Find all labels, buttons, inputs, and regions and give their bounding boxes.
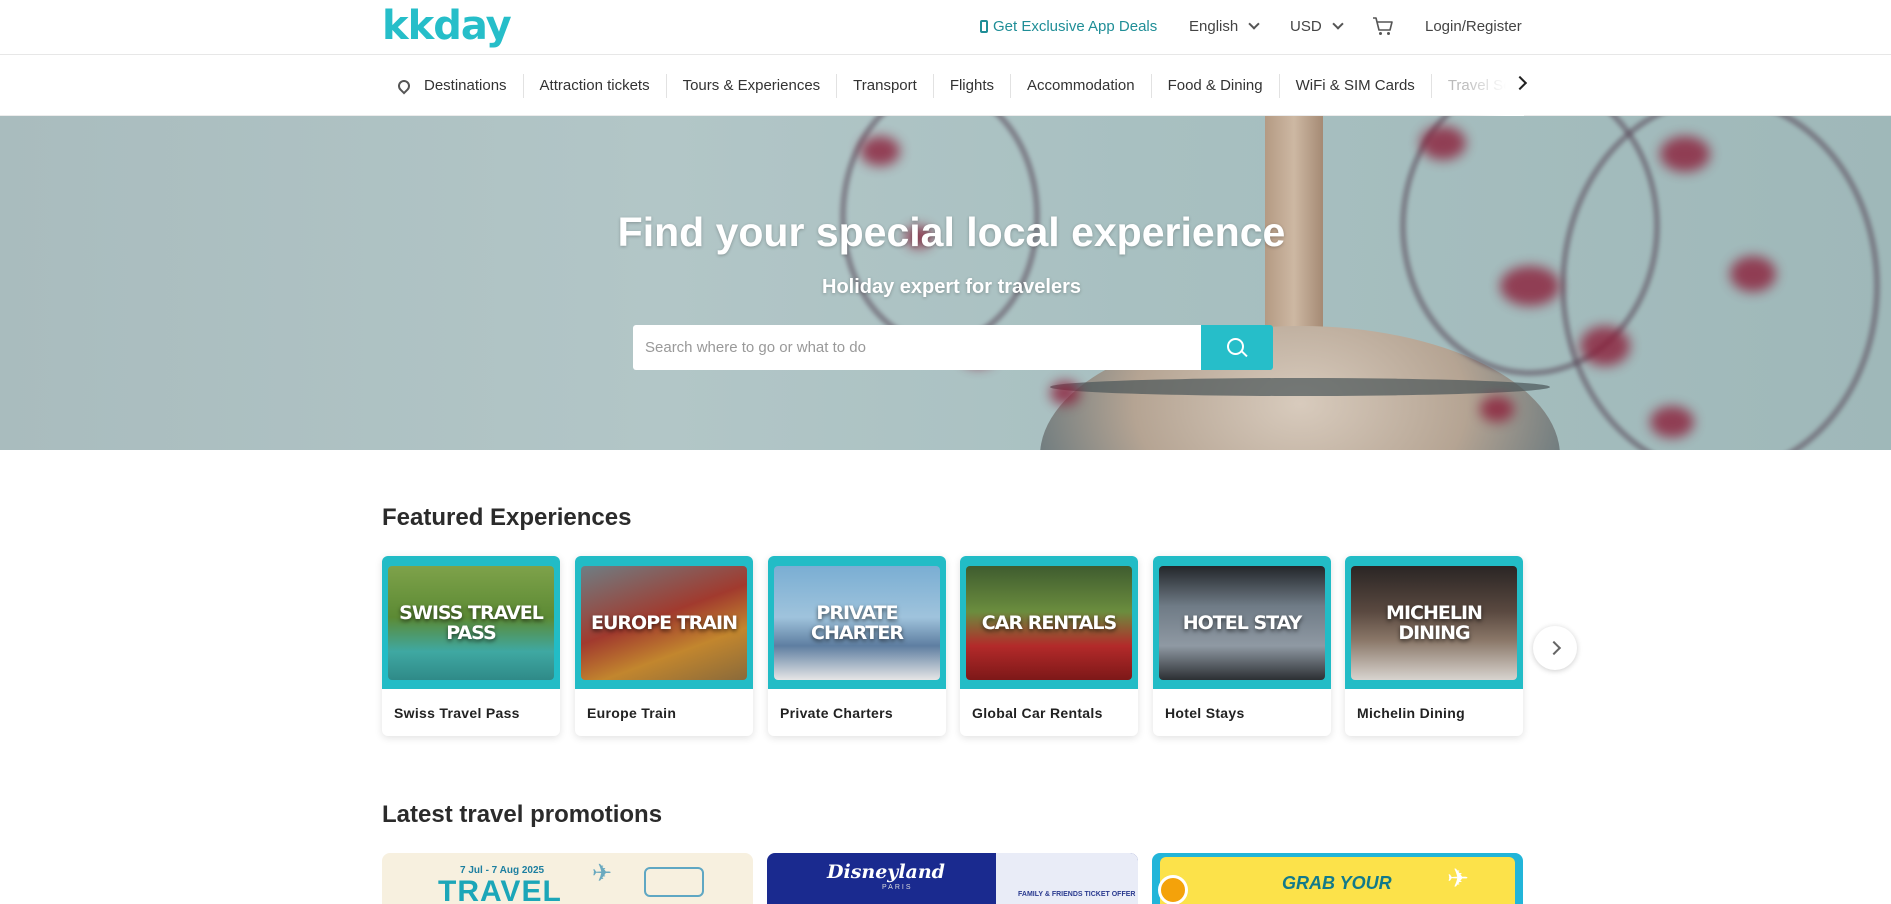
app-deals-link[interactable]: Get Exclusive App Deals	[980, 0, 1157, 52]
category-nav: Destinations Attraction tickets Tours & …	[0, 56, 1891, 116]
top-header: kkday Get Exclusive App Deals English US…	[0, 0, 1891, 55]
card-overlay-text: EUROPE TRAIN	[591, 612, 738, 634]
featured-cards: SWISS TRAVEL PASS Swiss Travel Pass EURO…	[382, 556, 1524, 736]
card-image: HOTEL STAY	[1159, 566, 1325, 680]
featured-card[interactable]: CAR RENTALS Global Car Rentals	[960, 556, 1138, 736]
promotions-title: Latest travel promotions	[382, 801, 663, 828]
cart-icon	[1373, 17, 1393, 35]
featured-card[interactable]: PRIVATE CHARTER Private Charters	[768, 556, 946, 736]
chevron-down-icon	[1332, 17, 1344, 30]
promo-banner-disneyland[interactable]: Disneyland PARIS FAMILY & FRIENDS TICKET…	[767, 853, 1138, 904]
search-input[interactable]	[633, 325, 1202, 370]
featured-title: Featured Experiences	[382, 504, 632, 531]
nav-item-transport[interactable]: Transport	[837, 74, 934, 98]
promo-headline: TRAVEL	[438, 875, 562, 904]
search-button[interactable]	[1201, 325, 1273, 370]
card-overlay-text: HOTEL STAY	[1182, 612, 1303, 634]
card-overlay-text: MICHELIN DINING	[1386, 602, 1483, 644]
login-register-link[interactable]: Login/Register	[1425, 0, 1522, 52]
card-label: Hotel Stays	[1165, 705, 1245, 721]
card-image: EUROPE TRAIN	[581, 566, 747, 680]
currency-selector[interactable]: USD	[1290, 0, 1344, 52]
card-label: Private Charters	[780, 705, 893, 721]
featured-card[interactable]: MICHELIN DINING Michelin Dining	[1345, 556, 1523, 736]
card-overlay-text: SWISS TRAVEL PASS	[399, 602, 544, 644]
featured-card[interactable]: EUROPE TRAIN Europe Train	[575, 556, 753, 736]
phone-icon	[980, 19, 988, 33]
card-overlay-text: CAR RENTALS	[981, 612, 1117, 634]
card-image: MICHELIN DINING	[1351, 566, 1517, 680]
kkday-logo[interactable]: kkday	[382, 4, 512, 48]
promo-offer-text: FAMILY & FRIENDS TICKET OFFER	[1018, 891, 1136, 898]
ticket-icon	[644, 867, 704, 897]
card-overlay-text: PRIVATE CHARTER	[811, 602, 904, 644]
featured-card[interactable]: HOTEL STAY Hotel Stays	[1153, 556, 1331, 736]
app-deals-label: Get Exclusive App Deals	[993, 17, 1158, 35]
chevron-right-icon	[1546, 640, 1562, 656]
promo-banner-universal[interactable]: GRAB YOUR ✈	[1152, 853, 1523, 904]
nav-item-wifi-sim[interactable]: WiFi & SIM Cards	[1280, 74, 1432, 98]
hero-subtitle: Holiday expert for travelers	[822, 276, 1081, 298]
chevron-down-icon	[1248, 17, 1260, 30]
card-image: CAR RENTALS	[966, 566, 1132, 680]
nav-item-accommodation[interactable]: Accommodation	[1011, 74, 1152, 98]
alarm-clock-icon	[1158, 875, 1188, 904]
nav-item-tours-experiences[interactable]: Tours & Experiences	[667, 74, 838, 98]
promo-banner-travel[interactable]: 7 Jul - 7 Aug 2025 TRAVEL ✈	[382, 853, 753, 904]
nav-item-flights[interactable]: Flights	[934, 74, 1011, 98]
nav-item-label: Destinations	[424, 77, 507, 94]
nav-item-destinations[interactable]: Destinations	[382, 74, 524, 98]
location-pin-icon	[395, 77, 413, 95]
card-image: PRIVATE CHARTER	[774, 566, 940, 680]
disneyland-sub: PARIS	[882, 884, 913, 891]
airplane-icon: ✈	[1447, 863, 1469, 893]
nav-item-attraction-tickets[interactable]: Attraction tickets	[524, 74, 667, 98]
cart-button[interactable]	[1372, 0, 1394, 52]
airplane-icon: ✈	[592, 860, 613, 887]
hero-title: Find your special local experience	[617, 209, 1286, 255]
language-selector[interactable]: English	[1189, 0, 1260, 52]
disneyland-logo: Disneyland	[827, 861, 945, 883]
nav-item-food-dining[interactable]: Food & Dining	[1152, 74, 1280, 98]
card-label: Swiss Travel Pass	[394, 705, 520, 721]
card-label: Michelin Dining	[1357, 705, 1465, 721]
carousel-next-button[interactable]	[1533, 626, 1577, 670]
card-label: Global Car Rentals	[972, 705, 1103, 721]
promo-headline: GRAB YOUR	[1282, 873, 1392, 893]
language-label: English	[1189, 17, 1239, 35]
hero-banner: Find your special local experience Holid…	[0, 116, 1891, 450]
card-image: SWISS TRAVEL PASS	[388, 566, 554, 680]
card-label: Europe Train	[587, 705, 677, 721]
featured-card[interactable]: SWISS TRAVEL PASS Swiss Travel Pass	[382, 556, 560, 736]
currency-label: USD	[1290, 17, 1322, 35]
